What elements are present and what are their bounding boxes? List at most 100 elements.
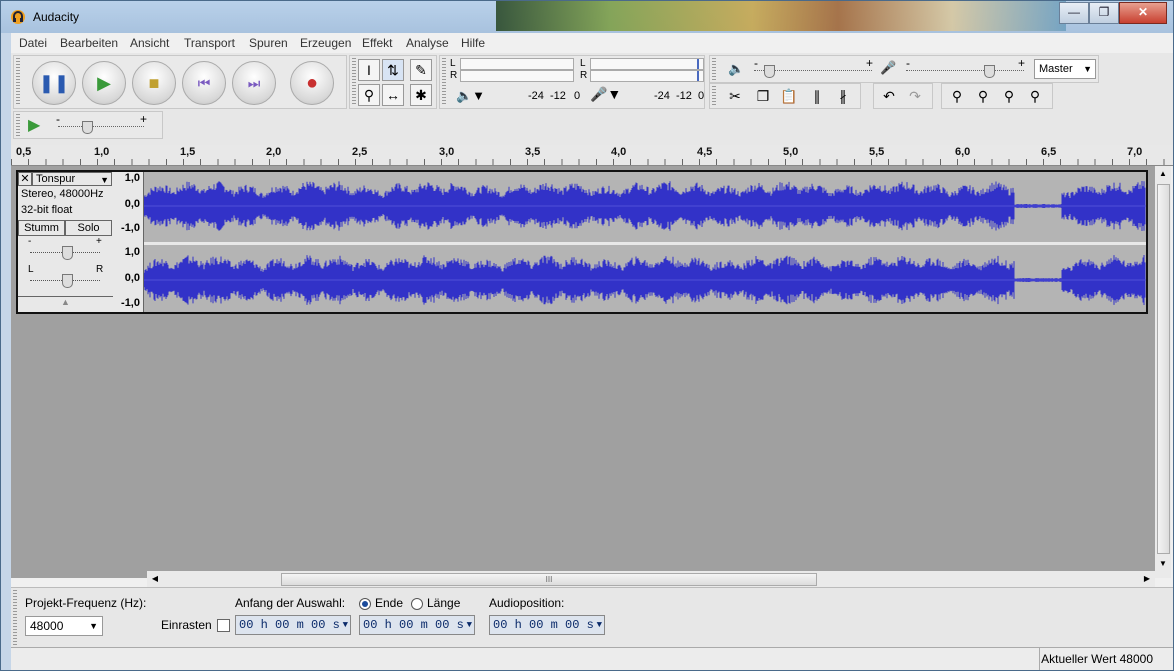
output-volume-icon: 🔈: [728, 61, 745, 76]
audio-position-field[interactable]: 00 h 00 m 00 s ▼: [489, 615, 605, 635]
input-slider-thumb[interactable]: [984, 65, 995, 78]
fit-project-icon[interactable]: ⚲: [1024, 86, 1046, 108]
menu-bearbeiten[interactable]: Bearbeiten: [60, 36, 118, 50]
zoom-in-icon[interactable]: ⚲: [946, 86, 968, 108]
close-button[interactable]: ✕: [1119, 2, 1167, 24]
pan-right: R: [96, 264, 104, 275]
menu-ansicht[interactable]: Ansicht: [130, 36, 169, 50]
play-button[interactable]: ▶: [82, 61, 126, 105]
multi-tool-icon[interactable]: ✱: [410, 84, 432, 106]
input-source-select[interactable]: Master ▼: [1034, 59, 1096, 79]
redo-icon[interactable]: ↷: [904, 86, 926, 108]
scale-mid-1: 0,0: [124, 198, 140, 210]
play-scale-12: -12: [550, 90, 566, 102]
solo-button[interactable]: Solo: [65, 220, 112, 236]
menu-effekt[interactable]: Effekt: [362, 36, 392, 50]
pan-slider-thumb[interactable]: [62, 274, 73, 288]
horizontal-scroll-thumb[interactable]: III: [281, 573, 817, 586]
scale-mid-2: 0,0: [124, 272, 140, 284]
toolbar-grip[interactable]: [16, 114, 20, 136]
project-rate-label: Projekt-Frequenz (Hz):: [25, 596, 147, 610]
ruler-minor-ticks: [11, 159, 1173, 165]
skip-start-button[interactable]: ⏮: [182, 61, 226, 105]
selection-start-field[interactable]: 00 h 00 m 00 s ▼: [235, 615, 351, 635]
trim-icon[interactable]: ∥: [806, 86, 828, 108]
end-radio[interactable]: [359, 598, 371, 610]
input-volume-slider[interactable]: [906, 70, 1024, 72]
scale-bottom-2: -1,0: [121, 297, 140, 309]
copy-icon[interactable]: ❐: [752, 86, 774, 108]
play-at-speed-icon[interactable]: ▶: [28, 115, 40, 135]
speaker-icon[interactable]: 🔈▼: [456, 88, 485, 104]
select-tool-icon[interactable]: I: [358, 59, 380, 81]
scroll-right-icon[interactable]: ▶: [1139, 571, 1155, 587]
menu-transport[interactable]: Transport: [184, 36, 235, 50]
zoom-out-icon[interactable]: ⚲: [972, 86, 994, 108]
play-meter-right: [460, 70, 574, 82]
record-icon: ●: [305, 71, 319, 94]
fit-selection-icon[interactable]: ⚲: [998, 86, 1020, 108]
track-name-menu[interactable]: Tonspur ▼: [32, 172, 112, 186]
scroll-down-icon[interactable]: ▼: [1155, 556, 1171, 572]
snap-checkbox[interactable]: [217, 619, 230, 632]
gain-slider-thumb[interactable]: [62, 246, 73, 260]
menu-hilfe[interactable]: Hilfe: [461, 36, 485, 50]
zoom-tool-icon[interactable]: ⚲: [358, 84, 380, 106]
track-info-bits: 32-bit float: [21, 204, 73, 216]
scroll-left-icon[interactable]: ◀: [147, 571, 163, 587]
microphone-icon[interactable]: 🎤▼: [590, 86, 621, 103]
menu-erzeugen[interactable]: Erzeugen: [300, 36, 351, 50]
toolbar-grip[interactable]: [442, 58, 446, 106]
stop-button[interactable]: ■: [132, 61, 176, 105]
rec-meter-right-label: R: [580, 70, 588, 81]
vertical-scrollbar[interactable]: ▲ ▼: [1155, 166, 1171, 578]
timeshift-tool-icon[interactable]: ↔: [382, 84, 404, 106]
mute-button[interactable]: Stumm: [18, 220, 65, 236]
play-icon: ▶: [97, 72, 111, 93]
menu-analyse[interactable]: Analyse: [406, 36, 449, 50]
scale-top-1: 1,0: [124, 172, 140, 184]
close-track-icon[interactable]: ✕: [18, 172, 32, 186]
horizontal-scrollbar[interactable]: ◀ III ▶: [147, 571, 1155, 587]
ruler-tick: 5,0: [783, 146, 799, 158]
timeline-ruler[interactable]: 0,5 1,0 1,5 2,0 2,5 3,0 3,5 4,0 4,5 5,0 …: [11, 145, 1173, 166]
output-slider-thumb[interactable]: [764, 65, 775, 78]
selection-end-value: 00 h 00 m 00 s: [363, 618, 464, 632]
speed-slider-thumb[interactable]: [82, 121, 93, 134]
toolbar-grip[interactable]: [712, 86, 716, 106]
envelope-tool-icon[interactable]: ⇅: [382, 59, 404, 81]
undo-icon[interactable]: ↶: [878, 86, 900, 108]
ruler-tick: 7,0: [1127, 146, 1143, 158]
record-button[interactable]: ●: [290, 61, 334, 105]
toolbar-grip[interactable]: [13, 590, 17, 646]
paste-icon[interactable]: 📋: [778, 86, 800, 108]
toolbar-grip[interactable]: [16, 58, 20, 106]
selection-end-field[interactable]: 00 h 00 m 00 s ▼: [359, 615, 475, 635]
length-radio[interactable]: [411, 598, 423, 610]
pause-button[interactable]: ❚❚: [32, 61, 76, 105]
rec-meter-left-label: L: [580, 58, 586, 69]
output-minus: -: [754, 56, 758, 70]
minimize-button[interactable]: —: [1059, 2, 1089, 24]
vertical-scroll-thumb[interactable]: [1157, 184, 1170, 554]
toolbar-grip[interactable]: [352, 58, 356, 106]
play-meter-right-label: R: [450, 70, 458, 81]
silence-icon[interactable]: ∦: [832, 86, 854, 108]
play-scale-24: -24: [528, 90, 544, 102]
waveform-display[interactable]: [144, 172, 1146, 312]
maximize-button[interactable]: ❐: [1089, 2, 1119, 24]
scale-top-2: 1,0: [124, 246, 140, 258]
input-minus: -: [906, 56, 910, 70]
rec-meter-left: [590, 58, 704, 70]
end-label: Ende: [375, 596, 404, 610]
draw-tool-icon[interactable]: ✎: [410, 59, 432, 81]
project-rate-select[interactable]: 48000 ▼: [25, 616, 103, 636]
scroll-up-icon[interactable]: ▲: [1155, 166, 1171, 182]
menu-spuren[interactable]: Spuren: [249, 36, 288, 50]
speed-slider[interactable]: [58, 126, 144, 128]
menu-datei[interactable]: Datei: [19, 36, 47, 50]
collapse-track-icon[interactable]: ▲: [18, 296, 113, 313]
skip-end-button[interactable]: ⏭: [232, 61, 276, 105]
cut-icon[interactable]: ✂: [724, 86, 746, 108]
toolbar-grip[interactable]: [712, 58, 716, 80]
